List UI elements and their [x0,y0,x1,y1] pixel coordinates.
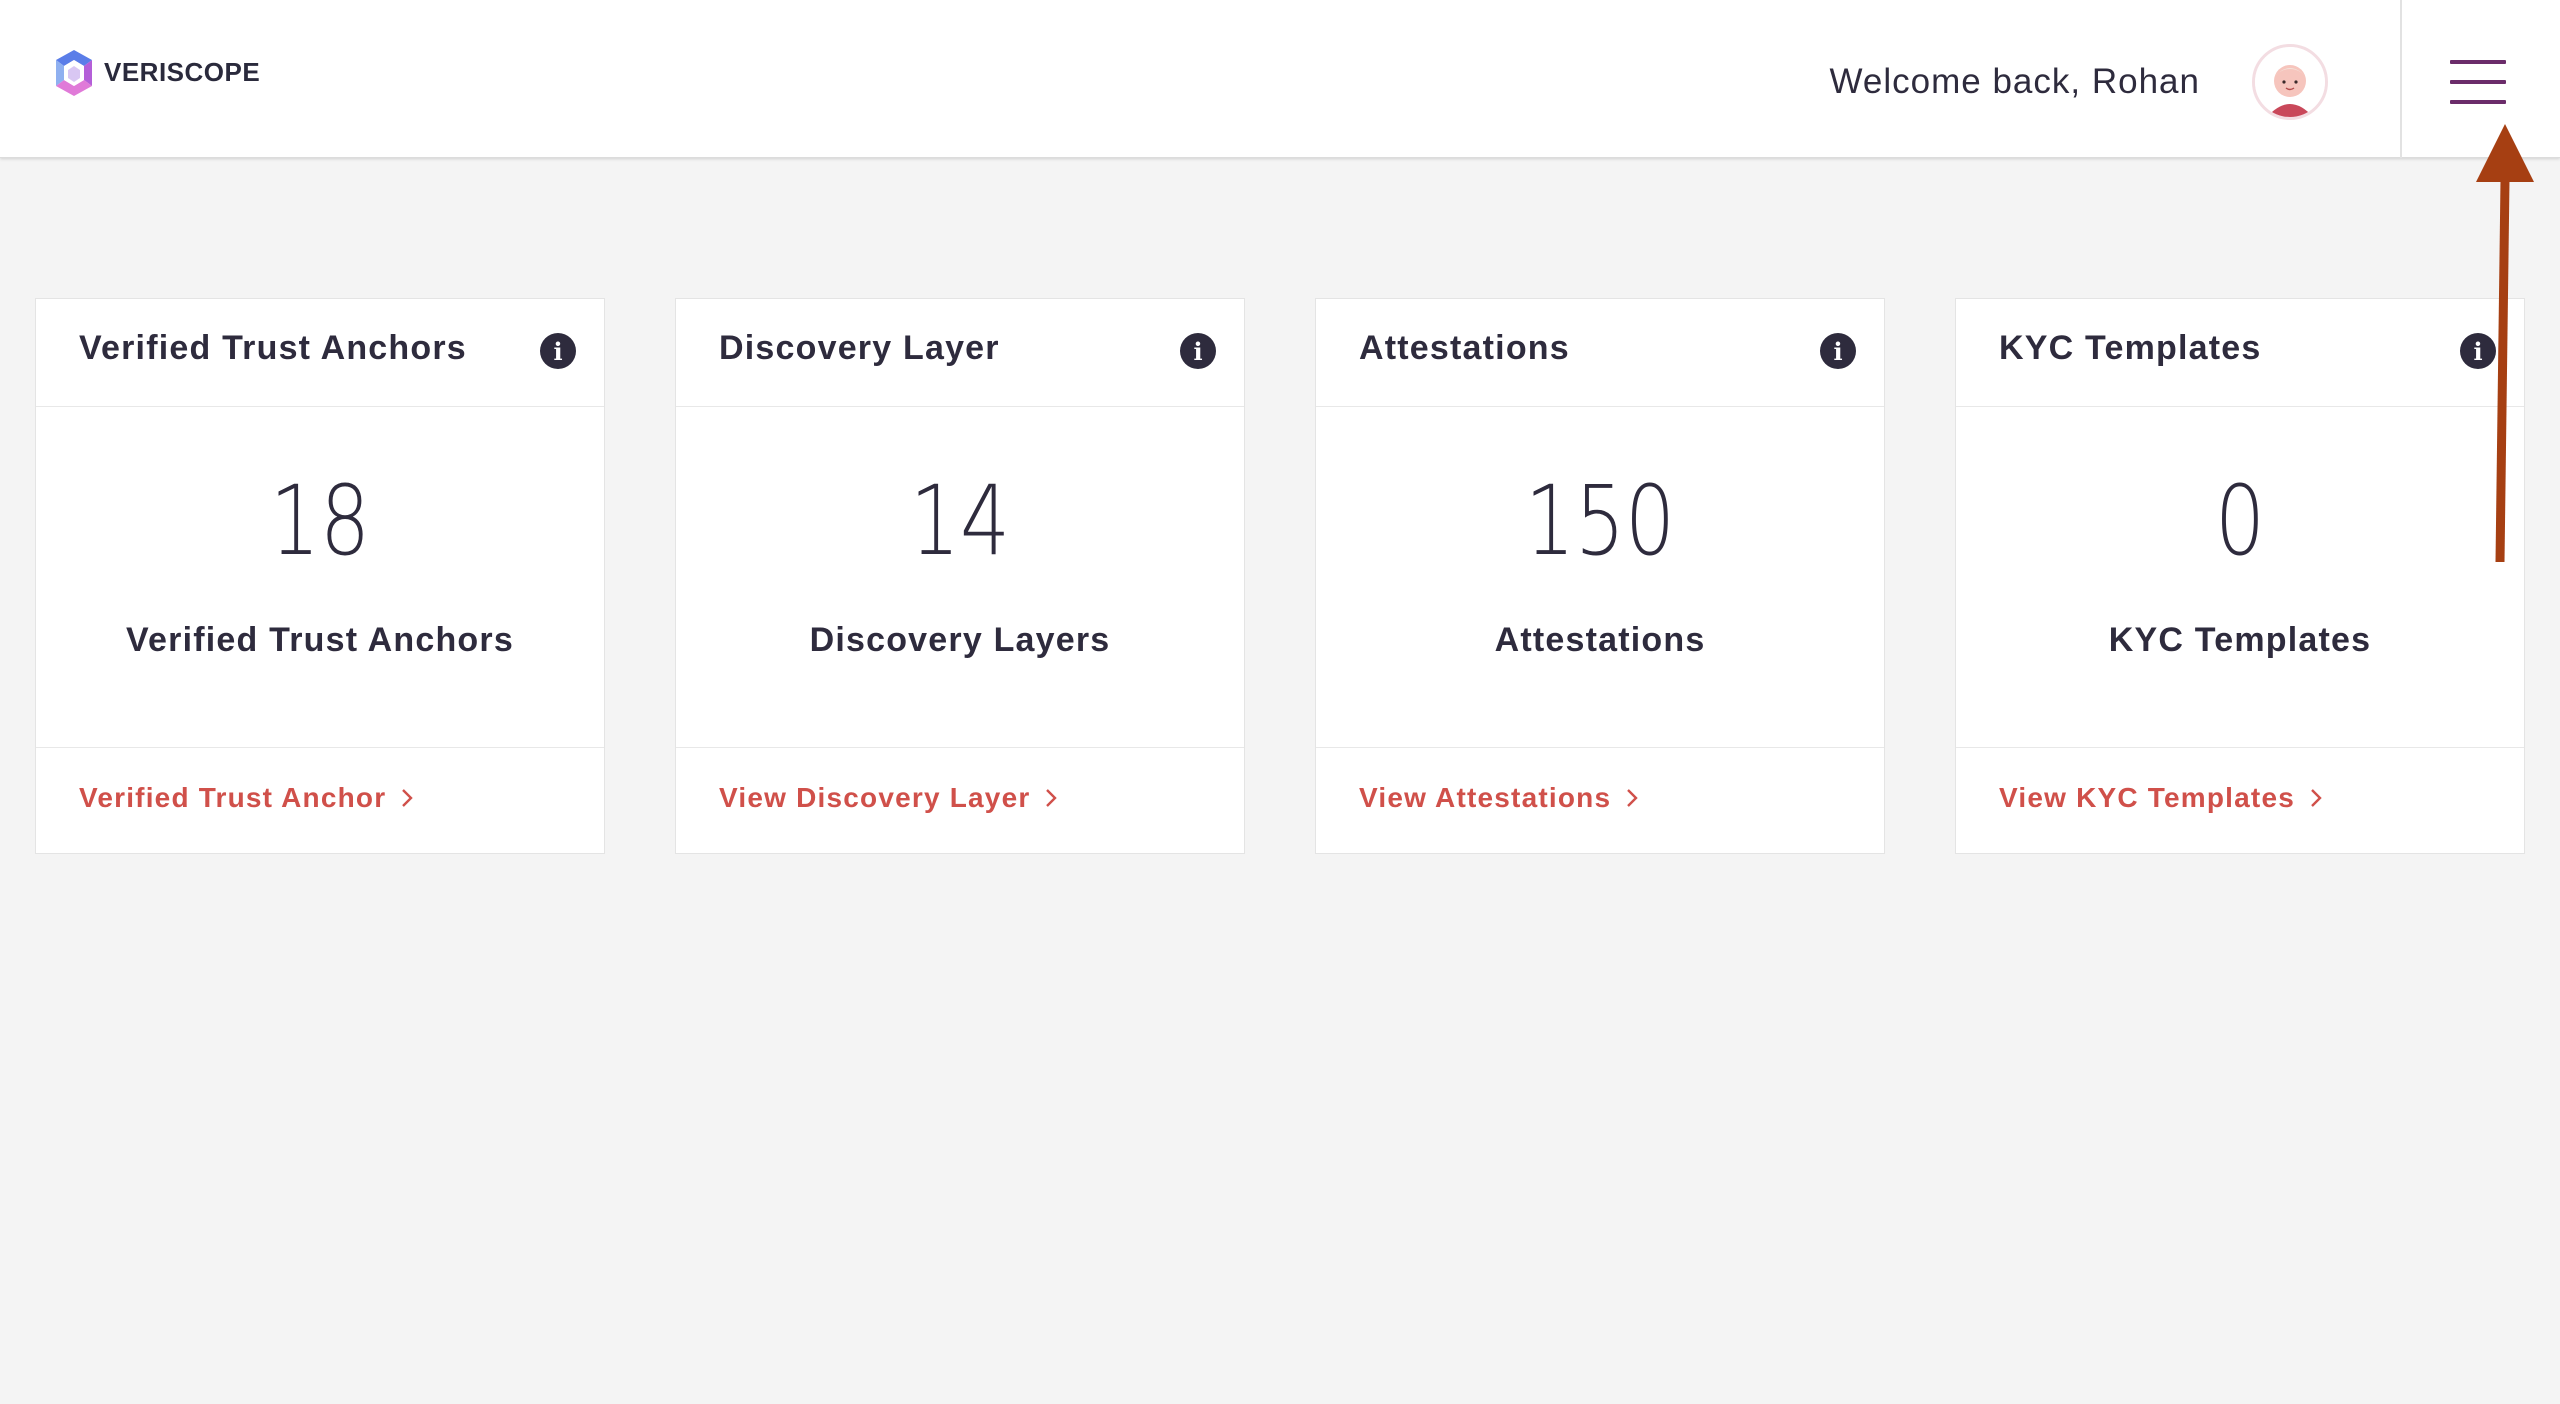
card-verified-trust-anchors: Verified Trust Anchors i 18 Verified Tru… [35,298,605,854]
card-title: Discovery Layer [719,329,1000,367]
card-count: 150 [1524,465,1676,577]
card-header: Verified Trust Anchors i [36,299,604,407]
chevron-right-icon [1627,789,1638,807]
card-footer: Verified Trust Anchor [36,747,604,853]
card-subtitle: Discovery Layers [809,621,1111,659]
card-subtitle: KYC Templates [2108,621,2372,659]
card-title: Verified Trust Anchors [79,329,467,367]
chevron-right-icon [1046,789,1058,807]
card-kyc-templates: KYC Templates i 0 KYC Templates View KYC… [1955,298,2525,854]
card-count: 0 [2214,465,2266,577]
card-footer: View Discovery Layer [676,747,1244,853]
chevron-right-icon [2311,789,2322,807]
card-attestations: Attestations i 150 Attestations View Att… [1315,298,1885,854]
view-attestations-link[interactable]: View Attestations [1359,782,1639,814]
info-icon[interactable]: i [540,333,576,369]
card-footer: View Attestations [1316,747,1884,853]
link-label: Verified Trust Anchor [79,782,387,813]
veriscope-logo[interactable]: VERISCOPE [50,46,260,98]
view-kyc-templates-link[interactable]: View KYC Templates [1999,782,2323,814]
info-icon[interactable]: i [2460,333,2496,369]
card-header: Discovery Layer i [676,299,1244,407]
card-subtitle: Attestations [1494,621,1706,659]
hamburger-menu-icon[interactable] [2450,60,2506,104]
view-discovery-layer-link[interactable]: View Discovery Layer [719,782,1058,814]
card-count: 18 [269,465,371,577]
card-footer: View KYC Templates [1956,747,2524,853]
verified-trust-anchor-link[interactable]: Verified Trust Anchor [79,782,414,814]
welcome-message: Welcome back, Rohan [1829,62,2200,101]
card-discovery-layer: Discovery Layer i 14 Discovery Layers Vi… [675,298,1245,854]
avatar-face-icon [2255,47,2325,117]
card-count: 14 [909,465,1011,577]
card-header: Attestations i [1316,299,1884,407]
veriscope-logo-icon [56,50,92,96]
card-title: Attestations [1359,329,1570,367]
card-subtitle: Verified Trust Anchors [126,621,514,659]
link-label: View Attestations [1359,782,1612,813]
card-title: KYC Templates [1999,329,2262,367]
info-icon[interactable]: i [1180,333,1216,369]
link-label: View KYC Templates [1999,782,2295,813]
top-bar: VERISCOPE Welcome back, Rohan [0,0,2560,158]
brand-name: VERISCOPE [104,56,261,87]
chevron-right-icon [402,789,414,807]
menu-divider [2400,0,2402,158]
card-header: KYC Templates i [1956,299,2524,407]
user-avatar[interactable] [2252,44,2328,120]
link-label: View Discovery Layer [719,782,1031,813]
info-icon[interactable]: i [1820,333,1856,369]
